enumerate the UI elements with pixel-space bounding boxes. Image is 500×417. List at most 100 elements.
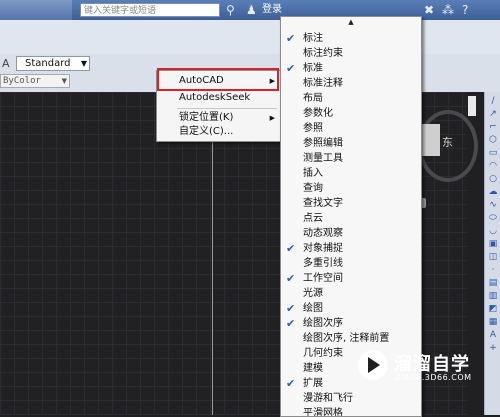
toolbar-menu-item[interactable]: 点云: [281, 211, 421, 227]
toolbar-menu-item-label: 查找文字: [303, 198, 343, 209]
title-bar: 键入关键字或短语 ⚲ ♟ 登录 ✖ ⁂ ?: [0, 0, 500, 20]
checkmark-icon: ✔: [286, 302, 296, 315]
checkmark-icon: ✔: [286, 62, 296, 75]
toolbar-menu-item-label: 标准: [303, 63, 323, 74]
viewcube-face[interactable]: [420, 124, 440, 156]
toolbar-menu-item[interactable]: 绘图次序, 注释前置: [281, 331, 421, 347]
user-icon[interactable]: ♟: [246, 2, 257, 18]
toolbar-menu-item[interactable]: ✔ 工作空间: [281, 271, 421, 287]
toolbar-menu-item[interactable]: 布局: [281, 91, 421, 107]
polygon-icon[interactable]: ⬡: [487, 135, 499, 146]
menu-separator: [177, 108, 277, 109]
point-icon[interactable]: ·: [487, 265, 499, 276]
menu-item-autodeskseek[interactable]: AutodeskSeek: [157, 91, 281, 105]
checkmark-icon: ✔: [286, 377, 296, 390]
toolbar-menu-item[interactable]: 测量工具: [281, 151, 421, 167]
checkmark-icon: ✔: [286, 32, 296, 45]
spline-icon[interactable]: ∿: [487, 200, 499, 211]
highlight-box: [157, 68, 279, 91]
ellipse-icon[interactable]: ⬭: [487, 213, 499, 224]
menu-item-label: 自定义(C)...: [179, 126, 234, 137]
insert-block-icon[interactable]: ▣: [487, 239, 499, 250]
table-icon[interactable]: ▦: [487, 317, 499, 328]
toolbar-menu-item[interactable]: ✔ 标注: [281, 31, 421, 47]
text-style-select[interactable]: Standard ▼: [16, 56, 90, 71]
color-select[interactable]: ByColor ▼: [0, 74, 70, 88]
rectangle-icon[interactable]: ▭: [487, 148, 499, 159]
toolbar-menu-item[interactable]: 光源: [281, 286, 421, 302]
draw-toolbar: / ↗ ⌐ ⬡ ▭ ◠ ○ ☁ ∿ ⬭ ◡ ▣ ◫ · ▤ ▥ ◩ ▦ A +: [484, 92, 500, 415]
toolbar-menu-item[interactable]: 参照: [281, 121, 421, 137]
search-input[interactable]: 键入关键字或短语: [80, 3, 220, 17]
toolbar-menu-item-label: 平滑网格: [303, 408, 343, 417]
toolbar-menu-item[interactable]: 查找文字: [281, 196, 421, 212]
revcloud-icon[interactable]: ☁: [487, 187, 499, 198]
scroll-thumb[interactable]: [468, 96, 476, 116]
circle-icon[interactable]: ○: [487, 174, 499, 185]
menu-item-lock-position[interactable]: 锁定位置(K) ▶: [157, 111, 281, 125]
toolbar-menu-item[interactable]: 漫游和飞行: [281, 391, 421, 407]
toolbar-menu-item[interactable]: ✔ 标准: [281, 61, 421, 77]
toolbar-menu-item-label: 绘图次序: [303, 318, 343, 329]
quick-access-area: [0, 0, 72, 20]
add-selected-icon[interactable]: +: [487, 343, 499, 354]
mtext-icon[interactable]: A: [487, 330, 499, 341]
checkmark-icon: ✔: [286, 272, 296, 285]
toolbar-menu-item[interactable]: ✔ 绘图次序: [281, 316, 421, 332]
toolbar-menu-item-label: 动态观察: [303, 228, 343, 239]
toolbar-menu-item[interactable]: 标注约束: [281, 46, 421, 62]
binoculars-icon[interactable]: ⚲: [226, 2, 235, 18]
menu-item-customize[interactable]: 自定义(C)...: [157, 125, 281, 139]
toolbar-menu-item-label: 布局: [303, 93, 323, 104]
question-icon[interactable]: ?: [462, 2, 468, 18]
toolbar-menu-item-label: 绘图: [303, 303, 323, 314]
viewcube-east-label: 东: [442, 136, 453, 149]
toolbar-menu-item[interactable]: ✔ 绘图: [281, 301, 421, 317]
login-button[interactable]: 登录: [262, 2, 282, 18]
submenu-arrow-icon: ▶: [269, 114, 275, 122]
toolbar-menu-item[interactable]: 动态观察: [281, 226, 421, 242]
region-icon[interactable]: ◩: [487, 304, 499, 315]
checkmark-icon: ✔: [286, 242, 296, 255]
toolbar-menu-item-label: 漫游和飞行: [303, 393, 353, 404]
toolbar-menu-item-label: 对象捕捉: [303, 243, 343, 254]
arc-icon[interactable]: ◠: [487, 161, 499, 172]
toolbar-menu-item[interactable]: 多重引线: [281, 256, 421, 272]
toolbar-menu-item-label: 光源: [303, 288, 323, 299]
make-block-icon[interactable]: ◫: [487, 252, 499, 263]
line-tool-icon[interactable]: /: [487, 96, 499, 107]
polyline-icon[interactable]: ⌐: [487, 122, 499, 133]
toolbar-menu-item-label: 几何约束: [303, 348, 343, 359]
toolbar-menu-item[interactable]: 插入: [281, 166, 421, 182]
toolbar-menu-item-label: 多重引线: [303, 258, 343, 269]
toolbar-menu-item-label: 标准注释: [303, 78, 343, 89]
toolbar-menu-item-label: 查询: [303, 183, 323, 194]
chevron-down-icon: ▼: [80, 59, 87, 68]
toolbar-menu-item[interactable]: ✔ 对象捕捉: [281, 241, 421, 257]
checkmark-icon: ✔: [286, 317, 296, 330]
toolbar-menu-item[interactable]: 查询: [281, 181, 421, 197]
watermark-url: ZIXUE.3D66.COM: [395, 373, 472, 382]
chevron-down-icon: ▼: [61, 77, 67, 85]
toolbar-menu-item-label: 测量工具: [303, 153, 343, 164]
toolbar-menu-item[interactable]: 平滑网格: [281, 406, 421, 417]
hatch-icon[interactable]: ▤: [487, 278, 499, 289]
toolbar-menu-item[interactable]: 参数化: [281, 106, 421, 122]
ribbon-toolbar: [0, 20, 500, 55]
exchange-icon[interactable]: ✖: [424, 2, 434, 18]
text-style-icon: A: [2, 57, 10, 70]
toolbar-menu-item-label: 标注约束: [303, 48, 343, 59]
toolbar-menu-item[interactable]: 参照编辑: [281, 136, 421, 152]
ellipse-arc-icon[interactable]: ◡: [487, 226, 499, 237]
text-style-value: Standard: [25, 58, 71, 69]
toolbar-menu-item[interactable]: 标准注释: [281, 76, 421, 92]
gradient-icon[interactable]: ▥: [487, 291, 499, 302]
toolbar-menu-item-label: 参数化: [303, 108, 333, 119]
toolbar-menu-item-label: 参照编辑: [303, 138, 343, 149]
menu-item-label: AutodeskSeek: [179, 92, 251, 103]
scroll-up-arrow-icon[interactable]: ▲: [281, 18, 421, 26]
construction-line-icon[interactable]: ↗: [487, 109, 499, 120]
toolbar-menu-item-label: 扩展: [303, 378, 323, 389]
toolbar-menu-item-label: 点云: [303, 213, 323, 224]
network-icon[interactable]: ⁂: [442, 2, 454, 18]
